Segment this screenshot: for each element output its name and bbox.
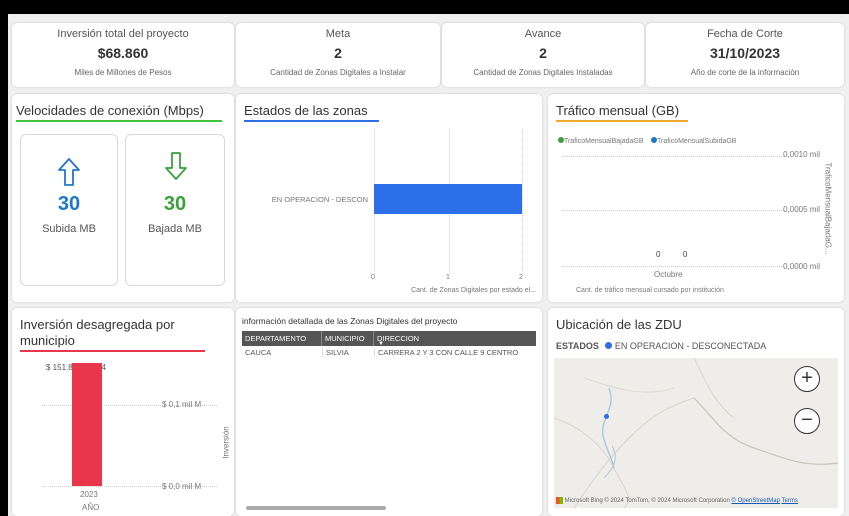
horizontal-scrollbar[interactable] [246,506,386,510]
map-title: Ubicación de las ZDU [556,317,682,332]
map-panel: Ubicación de las ZDU ESTADOS EN OPERACIO… [548,308,844,516]
zoom-out-button[interactable]: − [794,408,820,434]
zone-states-category-label: EN OPERACION - DESCON [271,195,368,204]
map-legend: ESTADOS EN OPERACION - DESCONECTADA [556,341,766,351]
download-speed-card[interactable]: 30 Bajada MB [125,134,225,286]
table-header[interactable]: DEPARTAMENTO [242,331,322,346]
kpi-card-investment[interactable]: Inversión total del proyecto $68.860 Mil… [12,23,234,87]
traffic-category-label: Octubre [654,270,683,279]
table-cell: CARRERA 2 Y 3 CON CALLE 9 CENTRO [374,348,536,357]
upload-speed-card[interactable]: 30 Subida MB [20,134,118,286]
investment-panel: Inversión desagregada por municipio $ 15… [12,308,234,516]
kpi-subtitle: Año de corte de la información [690,68,800,77]
x-tick-label: 2 [519,274,523,281]
investment-title-line2: municipio [20,333,205,352]
kpi-title: Meta [325,28,351,40]
kpi-value: $68.860 [97,45,149,61]
kpi-subtitle: Cantidad de Zonas Digitales Instaladas [473,68,613,77]
kpi-subtitle: Cantidad de Zonas Digitales a Instalar [270,68,406,77]
y-tick-label: 0,0010 mil [783,150,820,159]
microsoft-logo-icon [556,497,563,504]
kpi-title: Fecha de Corte [707,28,783,40]
terms-link[interactable]: Terms [782,498,798,504]
legend-item: TraficoMensualBajadaGB [564,138,644,145]
traffic-data-label: 0 [683,250,688,259]
table-cell: CAUCA [245,348,272,357]
kpi-subtitle: Miles de Millones de Pesos [74,68,172,77]
kpi-value: 2 [334,45,342,61]
zone-states-xlabel: Cant. de Zonas Digitales por estado el..… [411,287,536,294]
y-tick-label: $ 0,0 mil M [162,482,202,491]
osm-link[interactable]: © OpenStreetMap [732,498,780,504]
y-tick-label: 0,0000 mil [783,262,820,271]
table-header[interactable]: MUNICIPIO [322,331,374,346]
kpi-value: 2 [539,45,547,61]
zone-states-bar[interactable] [374,184,522,214]
detail-table-panel: información detallada de las Zonas Digit… [236,308,542,516]
detail-table: DEPARTAMENTO MUNICIPIO DIRECCION ▼ CAUCA… [242,331,536,501]
table-header[interactable]: DIRECCION [374,331,536,346]
zone-location-marker[interactable] [604,414,609,419]
map-copyright: © 2024 TomTom, © 2024 Microsoft Corporat… [604,498,730,505]
traffic-ylabel: TraficoMensualBajadaG... [823,162,833,255]
download-speed-label: Bajada MB [148,223,202,235]
upload-speed-label: Subida MB [42,223,96,235]
zone-states-panel: Estados de las zonas EN OPERACION - DESC… [236,94,542,302]
upload-speed-value: 30 [57,193,81,215]
kpi-card-goal[interactable]: Meta 2 Cantidad de Zonas Digitales a Ins… [236,23,440,87]
arrow-up-icon [58,158,80,186]
zone-states-title: Estados de las zonas [244,103,379,122]
map-legend-item: EN OPERACION - DESCONECTADA [614,341,767,351]
investment-category-label: 2023 [80,490,98,499]
traffic-xlabel: Cant. de tráfico mensual cursado por ins… [576,287,724,294]
arrow-down-icon [165,152,187,180]
kpi-value: 31/10/2023 [709,45,781,61]
x-tick-label: 1 [446,274,450,281]
dashboard-canvas: Inversión total del proyecto $68.860 Mil… [8,14,849,516]
investment-ylabel: Inversión [221,426,231,459]
x-tick-label: 0 [371,274,375,281]
y-tick-label: 0,0005 mil [783,205,820,214]
detail-table-title: información detallada de las Zonas Digit… [242,316,458,326]
kpi-title: Inversión total del proyecto [57,28,189,40]
traffic-panel: Tráfico mensual (GB) TraficoMensualBajad… [548,94,844,302]
map-legend-label: ESTADOS [556,341,599,351]
traffic-title: Tráfico mensual (GB) [556,103,688,122]
map-view[interactable]: + − Microsoft Bing © 2024 TomTom, © 2024… [554,358,838,508]
download-speed-value: 30 [163,193,187,215]
legend-item: TraficoMensualSubidaGB [656,138,737,145]
table-cell: SILVIA [322,348,374,357]
speeds-title: Velocidades de conexión (Mbps) [16,103,222,122]
kpi-card-cutoff-date[interactable]: Fecha de Corte 31/10/2023 Año de corte d… [646,23,844,87]
kpi-card-progress[interactable]: Avance 2 Cantidad de Zonas Digitales Ins… [442,23,644,87]
investment-bar[interactable] [72,362,102,486]
kpi-title: Avance [524,28,562,40]
speeds-panel: Velocidades de conexión (Mbps) 30 Subida… [12,94,234,302]
map-provider: Microsoft Bing [564,498,603,505]
y-tick-label: $ 0,1 mil M [162,400,202,409]
investment-xlabel: AÑO [82,503,100,512]
investment-title-line1: Inversión desagregada por [20,317,175,332]
zoom-in-button[interactable]: + [794,366,820,392]
traffic-data-label: 0 [656,250,661,259]
traffic-legend: TraficoMensualBajadaGB TraficoMensualSub… [558,130,736,148]
map-attribution: Microsoft Bing © 2024 TomTom, © 2024 Mic… [556,497,798,504]
